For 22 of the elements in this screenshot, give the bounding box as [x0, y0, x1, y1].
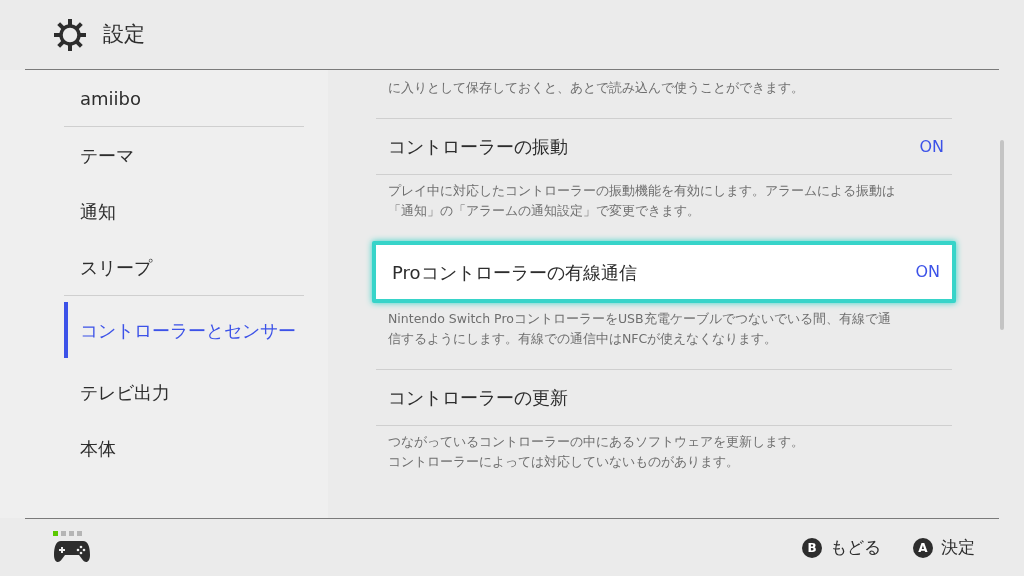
setting-description: Nintendo Switch ProコントローラーをUSB充電ケーブルでつないでいる間、有線で通 信するようにします。有線での通信中はNFCが使えなくなります。 — [387, 310, 892, 348]
gamepad-icon — [53, 538, 91, 565]
sidebar-item[interactable]: 本体 — [64, 420, 304, 476]
setting-row[interactable]: Proコントローラーの有線通信 ON — [372, 241, 956, 303]
sidebar-item[interactable]: テレビ出力 — [64, 364, 304, 420]
setting-row[interactable]: コントローラーの振動 ON — [376, 118, 952, 175]
sidebar-item[interactable]: スリープ — [64, 239, 304, 295]
scrollbar[interactable] — [1000, 140, 1004, 330]
setting-description: プレイ中に対応したコントローラーの振動機能を有効にします。アラームによる振動は 「通知」の「アラームの通知設定」で変更できます。 — [387, 182, 896, 220]
sidebar-item[interactable]: amiibo — [64, 70, 304, 126]
footer-action[interactable]: A 決定 — [913, 534, 975, 561]
footer-action[interactable]: B もどる — [802, 534, 881, 561]
setting-row[interactable]: コントローラーの更新 — [376, 369, 952, 426]
setting-description: に入りとして保存しておくと、あとで読み込んで使うことができます。 — [387, 79, 805, 97]
sidebar-item[interactable]: コントローラーとセンサー — [64, 302, 304, 358]
sidebar-item[interactable]: 通知 — [64, 183, 304, 239]
sidebar-item[interactable]: テーマ — [64, 127, 304, 183]
settings-icon — [53, 17, 87, 52]
setting-description: つながっているコントローラーの中にあるソフトウェアを更新します。 コントローラーによっては対応していないものがあります。 — [387, 433, 805, 471]
controller-button-icon: A — [913, 537, 933, 558]
page-title: 設定 — [103, 20, 145, 48]
controller-button-icon: B — [802, 537, 822, 558]
